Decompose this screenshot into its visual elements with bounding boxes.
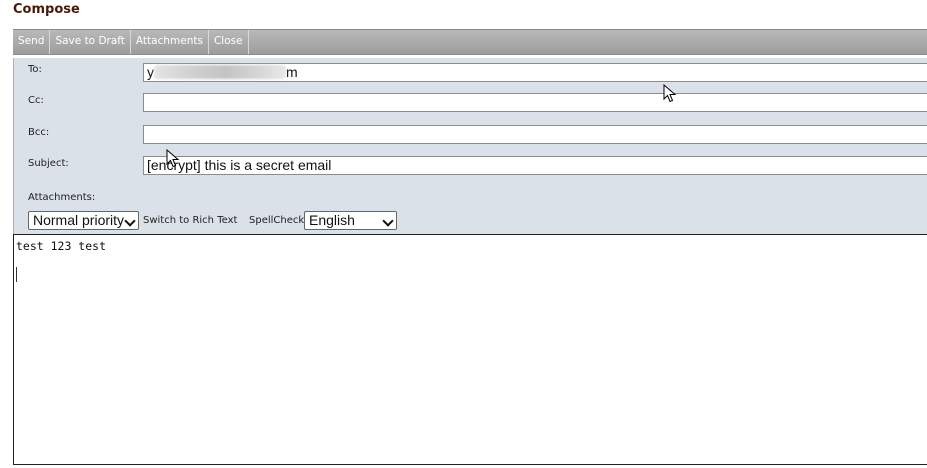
bcc-label: Bcc:: [28, 127, 50, 138]
switch-rich-text-link[interactable]: Switch to Rich Text: [143, 215, 237, 226]
to-label: To:: [28, 64, 42, 75]
chevron-down-icon: [382, 215, 394, 227]
cc-label: Cc:: [28, 95, 44, 106]
compose-toolbar: Send Save to Draft Attachments Close: [13, 29, 927, 55]
close-button[interactable]: Close: [209, 30, 249, 54]
attachments-label: Attachments:: [28, 192, 96, 203]
compose-window: Compose Send Save to Draft Attachments C…: [0, 0, 927, 468]
message-body-textarea[interactable]: test 123 test: [13, 234, 927, 465]
page-title: Compose: [13, 2, 80, 17]
text-caret: [16, 267, 17, 282]
mouse-pointer-icon: [663, 84, 677, 103]
subject-label: Subject:: [28, 158, 69, 169]
priority-value: Normal priority: [33, 212, 125, 228]
save-to-draft-button[interactable]: Save to Draft: [50, 30, 131, 54]
to-value-end: m: [286, 64, 298, 80]
subject-field[interactable]: [encrypt] this is a secret email: [143, 156, 927, 175]
to-value-start: y: [147, 64, 154, 80]
chevron-down-icon: [124, 215, 136, 227]
message-body-text: test 123 test: [16, 239, 107, 253]
priority-select[interactable]: Normal priority: [28, 211, 139, 230]
mouse-pointer-icon: [166, 149, 180, 168]
to-field[interactable]: ym: [143, 63, 927, 82]
cc-field[interactable]: [143, 93, 927, 112]
spellcheck-label: SpellCheck: [249, 215, 305, 226]
send-button[interactable]: Send: [13, 30, 51, 54]
redacted-address: [154, 65, 286, 79]
header-form: To: ym Cc: Bcc: Subject: [encrypt] this …: [13, 58, 927, 234]
spellcheck-language-value: English: [309, 212, 355, 228]
bcc-field[interactable]: [143, 125, 927, 144]
spellcheck-language-select[interactable]: English: [304, 211, 397, 230]
attachments-button[interactable]: Attachments: [131, 30, 209, 54]
